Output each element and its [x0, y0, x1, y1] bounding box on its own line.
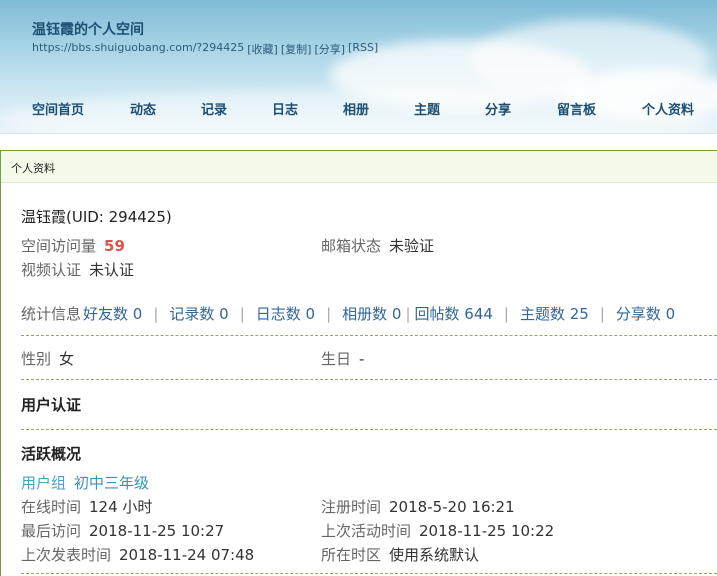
- last-active-label: 上次活动时间: [321, 522, 412, 540]
- last-visit-row: 最后访问 2018-11-25 10:27: [21, 520, 224, 541]
- video-row: 视频认证 未认证: [21, 259, 134, 280]
- last-visit-value: 2018-11-25 10:27: [89, 522, 225, 540]
- stats-label: 统计信息: [21, 305, 82, 323]
- stat-separator: |: [503, 304, 509, 323]
- section-divider: [21, 429, 717, 430]
- visits-value: 59: [104, 237, 125, 255]
- timezone-label: 所在时区: [321, 546, 382, 564]
- timezone-value: 使用系统默认: [389, 546, 480, 564]
- profile-panel: 个人资料 温钰霞(UID: 294425) 空间访问量 59 邮箱状态 未验证 视频…: [0, 150, 717, 576]
- timezone-row: 所在时区 使用系统默认: [321, 544, 479, 565]
- stat-threads[interactable]: 主题数 25: [520, 303, 589, 324]
- gender-label: 性别: [21, 350, 52, 368]
- birthday-value: -: [359, 350, 365, 368]
- email-row: 邮箱状态 未验证: [321, 235, 434, 256]
- last-visit-label: 最后访问: [21, 522, 82, 540]
- register-time-label: 注册时间: [321, 498, 382, 516]
- nav-item-records[interactable]: 记录: [201, 99, 227, 118]
- nav-item-share[interactable]: 分享: [485, 99, 511, 118]
- stat-blogs[interactable]: 日志数 0: [256, 303, 315, 324]
- copy-link[interactable]: [复制]: [281, 41, 312, 57]
- section-divider: [21, 573, 717, 574]
- birthday-row: 生日 -: [321, 348, 364, 369]
- section-divider: [21, 379, 717, 380]
- visits-label: 空间访问量: [21, 237, 97, 255]
- online-time-value: 124 小时: [89, 498, 153, 516]
- panel-title: 个人资料: [1, 151, 717, 183]
- space-url-bar: https://bbs.shuiguobang.com/?294425 [收藏]…: [32, 41, 378, 57]
- nav-item-guestbook[interactable]: 留言板: [557, 99, 596, 118]
- user-auth-heading: 用户认证: [21, 396, 82, 414]
- stat-albums[interactable]: 相册数 0: [342, 303, 401, 324]
- usergroup-link[interactable]: 初中三年级: [74, 474, 149, 492]
- activity-heading: 活跃概况: [21, 445, 82, 463]
- online-time-label: 在线时间: [21, 498, 82, 516]
- usergroup-label: 用户组: [21, 474, 67, 492]
- gender-value: 女: [59, 350, 75, 368]
- gender-row: 性别女: [21, 348, 74, 369]
- nav-item-profile[interactable]: 个人资料: [642, 99, 694, 118]
- video-value: 未认证: [89, 261, 135, 279]
- stat-friends[interactable]: 好友数 0: [83, 303, 142, 324]
- stat-separator: |: [326, 304, 332, 323]
- nav-item-feed[interactable]: 动态: [130, 99, 156, 118]
- stat-separator: |: [239, 304, 245, 323]
- share-link[interactable]: [分享]: [314, 41, 345, 57]
- stat-replies[interactable]: 回帖数 644: [415, 303, 493, 324]
- rss-link[interactable]: [RSS]: [348, 41, 378, 57]
- profile-name-uid: 温钰霞(UID: 294425): [21, 208, 172, 226]
- space-nav: 空间首页 动态 记录 日志 相册 主题 分享 留言板 个人资料: [0, 96, 717, 120]
- stat-separator: |: [153, 304, 159, 323]
- space-url-link[interactable]: https://bbs.shuiguobang.com/?294425: [32, 41, 244, 57]
- stat-shares[interactable]: 分享数 0: [616, 303, 675, 324]
- email-label: 邮箱状态: [321, 237, 382, 255]
- usergroup-row: 用户组 初中三年级: [21, 472, 149, 493]
- section-divider: [21, 335, 717, 336]
- register-time-row: 注册时间 2018-5-20 16:21: [321, 496, 515, 517]
- video-label: 视频认证: [21, 261, 82, 279]
- space-title[interactable]: 温钰霞的个人空间: [32, 19, 144, 39]
- register-time-value: 2018-5-20 16:21: [389, 498, 515, 516]
- stats-row: 统计信息 好友数 0 | 记录数 0 | 日志数 0 | 相册数 0 | 回帖数…: [21, 303, 675, 324]
- visits-row: 空间访问量 59: [21, 235, 125, 256]
- nav-item-album[interactable]: 相册: [343, 99, 369, 118]
- online-time-row: 在线时间 124 小时: [21, 496, 152, 517]
- stat-separator: |: [405, 304, 411, 323]
- nav-item-threads[interactable]: 主题: [414, 99, 440, 118]
- stat-separator: |: [599, 304, 605, 323]
- favorite-link[interactable]: [收藏]: [247, 41, 278, 57]
- birthday-label: 生日: [321, 350, 352, 368]
- last-post-label: 上次发表时间: [21, 546, 112, 564]
- email-value: 未验证: [389, 237, 435, 255]
- last-post-value: 2018-11-24 07:48: [119, 546, 255, 564]
- last-active-row: 上次活动时间 2018-11-25 10:22: [321, 520, 554, 541]
- stat-records[interactable]: 记录数 0: [169, 303, 228, 324]
- last-post-row: 上次发表时间 2018-11-24 07:48: [21, 544, 254, 565]
- space-header: 温钰霞的个人空间 https://bbs.shuiguobang.com/?29…: [0, 0, 717, 134]
- nav-item-home[interactable]: 空间首页: [32, 99, 84, 118]
- nav-item-blog[interactable]: 日志: [272, 99, 298, 118]
- last-active-value: 2018-11-25 10:22: [419, 522, 555, 540]
